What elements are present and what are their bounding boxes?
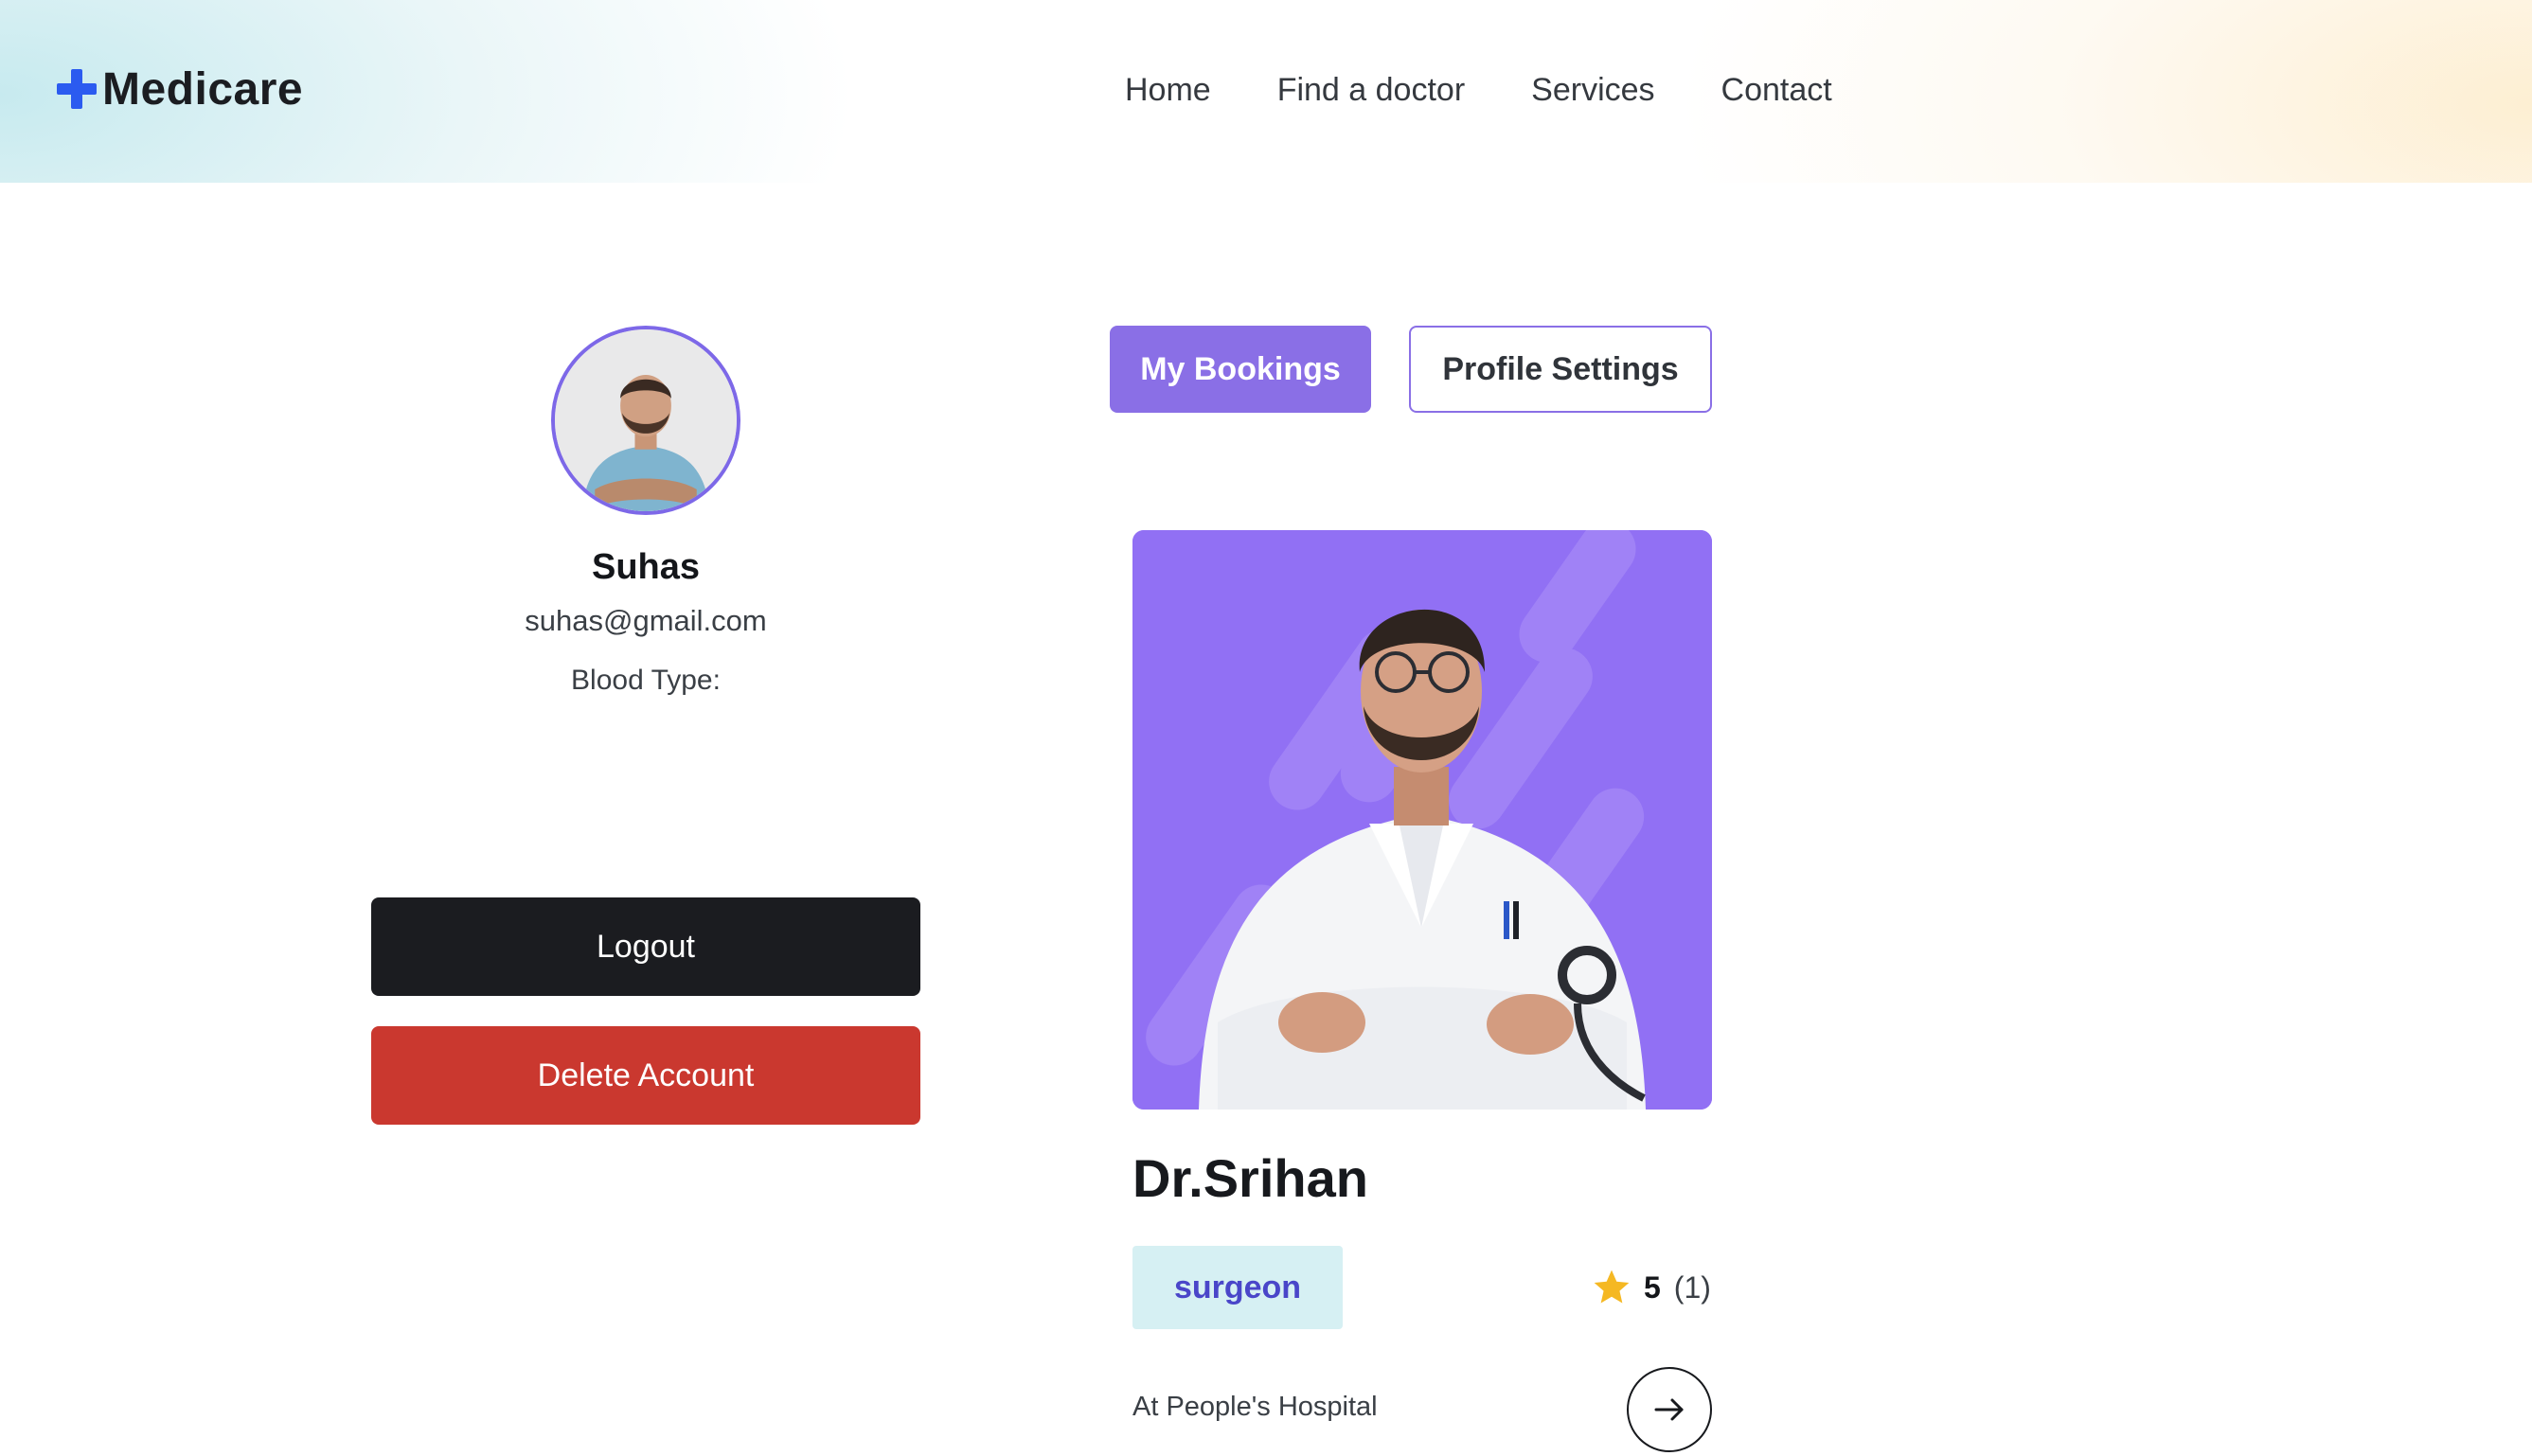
doctor-image: [1132, 530, 1712, 1110]
user-avatar: [551, 326, 740, 515]
star-icon: [1594, 1270, 1630, 1304]
delete-account-button[interactable]: Delete Account: [371, 1026, 920, 1125]
rating-value: 5: [1644, 1270, 1661, 1305]
tab-profile-settings[interactable]: Profile Settings: [1409, 326, 1712, 413]
site-header: Medicare Home Find a doctor Services Con…: [0, 0, 2532, 183]
blood-type-label: Blood Type:: [571, 665, 721, 696]
rating-count: (1): [1673, 1270, 1711, 1305]
logo-text: Medicare: [102, 63, 304, 115]
plus-cross-icon: [57, 69, 97, 109]
view-doctor-button[interactable]: [1627, 1367, 1712, 1452]
arrow-right-icon: [1654, 1398, 1684, 1421]
logout-button[interactable]: Logout: [371, 897, 920, 996]
hospital-label: At People's Hospital: [1132, 1392, 1378, 1422]
logo[interactable]: Medicare: [57, 59, 303, 119]
doctor-rating: 5 (1): [1591, 1265, 1711, 1310]
user-email: suhas@gmail.com: [525, 604, 767, 637]
doctor-photo[interactable]: [1132, 530, 1712, 1110]
tab-my-bookings[interactable]: My Bookings: [1110, 326, 1371, 413]
user-name: Suhas: [591, 547, 701, 587]
user-avatar-image: [555, 329, 737, 511]
nav-home[interactable]: Home: [1125, 72, 1211, 109]
nav-contact[interactable]: Contact: [1721, 72, 1832, 109]
doctor-name[interactable]: Dr.Srihan: [1132, 1147, 1368, 1209]
main-nav: Home Find a doctor Services Contact: [1125, 64, 1832, 115]
nav-find-a-doctor[interactable]: Find a doctor: [1277, 72, 1465, 109]
specialty-badge: surgeon: [1132, 1246, 1343, 1329]
nav-services[interactable]: Services: [1531, 72, 1654, 109]
